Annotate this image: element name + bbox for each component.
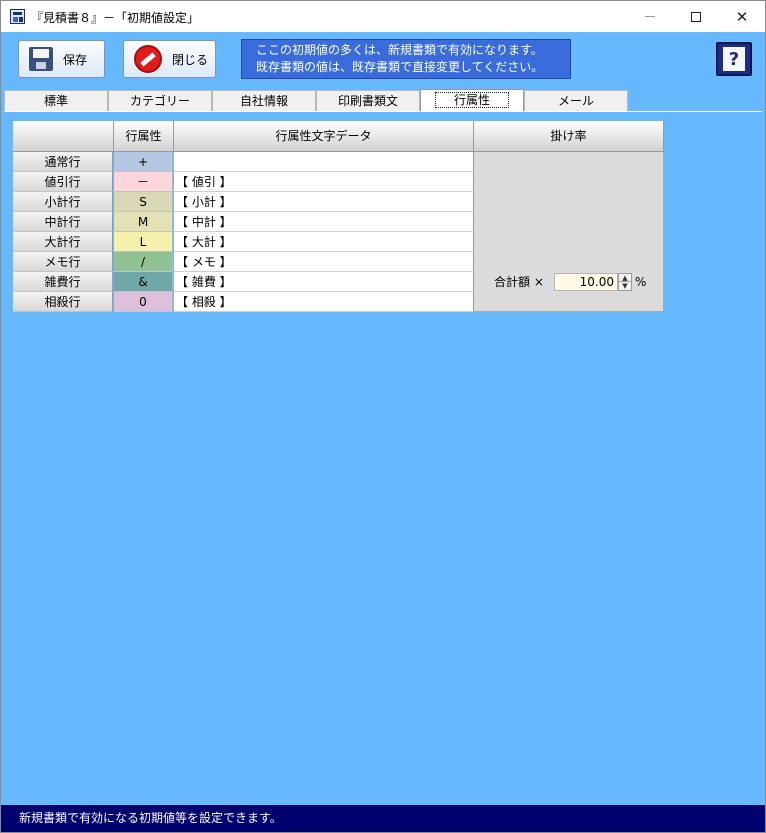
minimize-icon bbox=[645, 16, 655, 17]
attr-cell-midtotal[interactable]: M bbox=[114, 212, 173, 232]
save-button[interactable]: 保存 bbox=[18, 40, 105, 78]
close-icon: ✕ bbox=[735, 7, 749, 26]
close-button[interactable]: 閉じる bbox=[123, 40, 216, 78]
save-button-label: 保存 bbox=[63, 52, 88, 67]
client-area: 保存 閉じる ここの初期値の多くは、新規書類で有効になります。 既存書類の値は、… bbox=[1, 32, 765, 805]
header-text: 行属性文字データ bbox=[174, 121, 474, 152]
rate-spinner[interactable]: ▲ ▼ bbox=[618, 273, 632, 291]
close-button-label: 閉じる bbox=[172, 52, 209, 67]
grid-corner-header bbox=[13, 121, 114, 152]
tab-category[interactable]: カテゴリー bbox=[108, 90, 212, 111]
text-cell-midtotal[interactable]: 【 中計 】 bbox=[174, 212, 474, 232]
row-label-discount: 値引行 bbox=[13, 172, 113, 192]
row-label-misc: 雑費行 bbox=[13, 272, 113, 292]
tab-row-attributes[interactable]: 行属性 bbox=[420, 89, 524, 111]
no-entry-icon bbox=[134, 45, 162, 73]
spin-down-icon[interactable]: ▼ bbox=[619, 282, 631, 290]
notice-box: ここの初期値の多くは、新規書類で有効になります。 既存書類の値は、既存書類で直接… bbox=[241, 39, 571, 79]
row-label-grandtotal: 大計行 bbox=[13, 232, 113, 252]
tab-company-info[interactable]: 自社情報 bbox=[212, 90, 316, 111]
maximize-button[interactable] bbox=[673, 1, 719, 32]
tab-row-attributes-label: 行属性 bbox=[434, 92, 509, 108]
close-window-button[interactable]: ✕ bbox=[719, 1, 765, 32]
app-icon bbox=[10, 9, 25, 24]
rate-input[interactable]: 10.00 bbox=[554, 273, 618, 291]
attr-cell-subtotal[interactable]: S bbox=[114, 192, 173, 212]
text-cell-offset[interactable]: 【 相殺 】 bbox=[174, 292, 474, 312]
text-cell-grandtotal[interactable]: 【 大計 】 bbox=[174, 232, 474, 252]
notice-line-1: ここの初期値の多くは、新規書類で有効になります。 bbox=[256, 43, 543, 57]
row-label-midtotal: 中計行 bbox=[13, 212, 113, 232]
main-window: 『見積書８』－「初期値設定」 ✕ 保存 閉じる ここの初期値の多くは、新規書類で… bbox=[0, 0, 766, 833]
rate-label: 合計額 × bbox=[494, 275, 544, 289]
maximize-icon bbox=[691, 11, 701, 22]
title-bar: 『見積書８』－「初期値設定」 ✕ bbox=[1, 1, 765, 32]
floppy-disk-icon bbox=[29, 47, 53, 71]
row-label-memo: メモ行 bbox=[13, 252, 113, 272]
text-cell-subtotal[interactable]: 【 小計 】 bbox=[174, 192, 474, 212]
header-attr: 行属性 bbox=[114, 121, 174, 152]
attr-cell-offset[interactable]: 0 bbox=[114, 292, 173, 312]
text-cell-memo[interactable]: 【 メモ 】 bbox=[174, 252, 474, 272]
tab-mail[interactable]: メール bbox=[524, 90, 628, 111]
notice-line-2: 既存書類の値は、既存書類で直接変更してください。 bbox=[256, 60, 544, 74]
row-label-offset: 相殺行 bbox=[13, 292, 113, 312]
attr-cell-misc[interactable]: & bbox=[114, 272, 173, 292]
tab-standard[interactable]: 標準 bbox=[4, 90, 108, 111]
attr-cell-grandtotal[interactable]: L bbox=[114, 232, 173, 252]
attr-cell-discount[interactable]: － bbox=[114, 172, 173, 192]
row-label-subtotal: 小計行 bbox=[13, 192, 113, 212]
row-attribute-panel: 行属性 行属性文字データ 掛け率 通常行 値引行 小計行 中計行 大計行 メモ行… bbox=[4, 111, 762, 801]
row-label-normal: 通常行 bbox=[13, 152, 113, 172]
tab-print-text[interactable]: 印刷書類文 bbox=[316, 90, 420, 111]
minimize-button[interactable] bbox=[627, 1, 673, 32]
tab-bar: 標準 カテゴリー 自社情報 印刷書類文 行属性 メール bbox=[4, 89, 628, 111]
attr-cell-memo[interactable]: / bbox=[114, 252, 173, 272]
help-book-icon: ? bbox=[723, 47, 745, 71]
rate-column: 合計額 × 10.00 ▲ ▼ % bbox=[474, 152, 664, 312]
text-cell-discount[interactable]: 【 値引 】 bbox=[174, 172, 474, 192]
text-cell-misc[interactable]: 【 雑費 】 bbox=[174, 272, 474, 292]
attr-cell-normal[interactable]: + bbox=[114, 152, 173, 172]
help-button[interactable]: ? bbox=[716, 42, 752, 76]
header-rate: 掛け率 bbox=[474, 121, 664, 152]
rate-unit: % bbox=[635, 275, 647, 289]
text-cell-normal[interactable] bbox=[174, 152, 474, 172]
rate-row: 合計額 × 10.00 ▲ ▼ % bbox=[474, 272, 664, 292]
status-bar: 新規書類で有効になる初期値等を設定できます。 bbox=[1, 805, 765, 832]
window-title: 『見積書８』－「初期値設定」 bbox=[31, 11, 200, 25]
spin-up-icon[interactable]: ▲ bbox=[619, 274, 631, 282]
